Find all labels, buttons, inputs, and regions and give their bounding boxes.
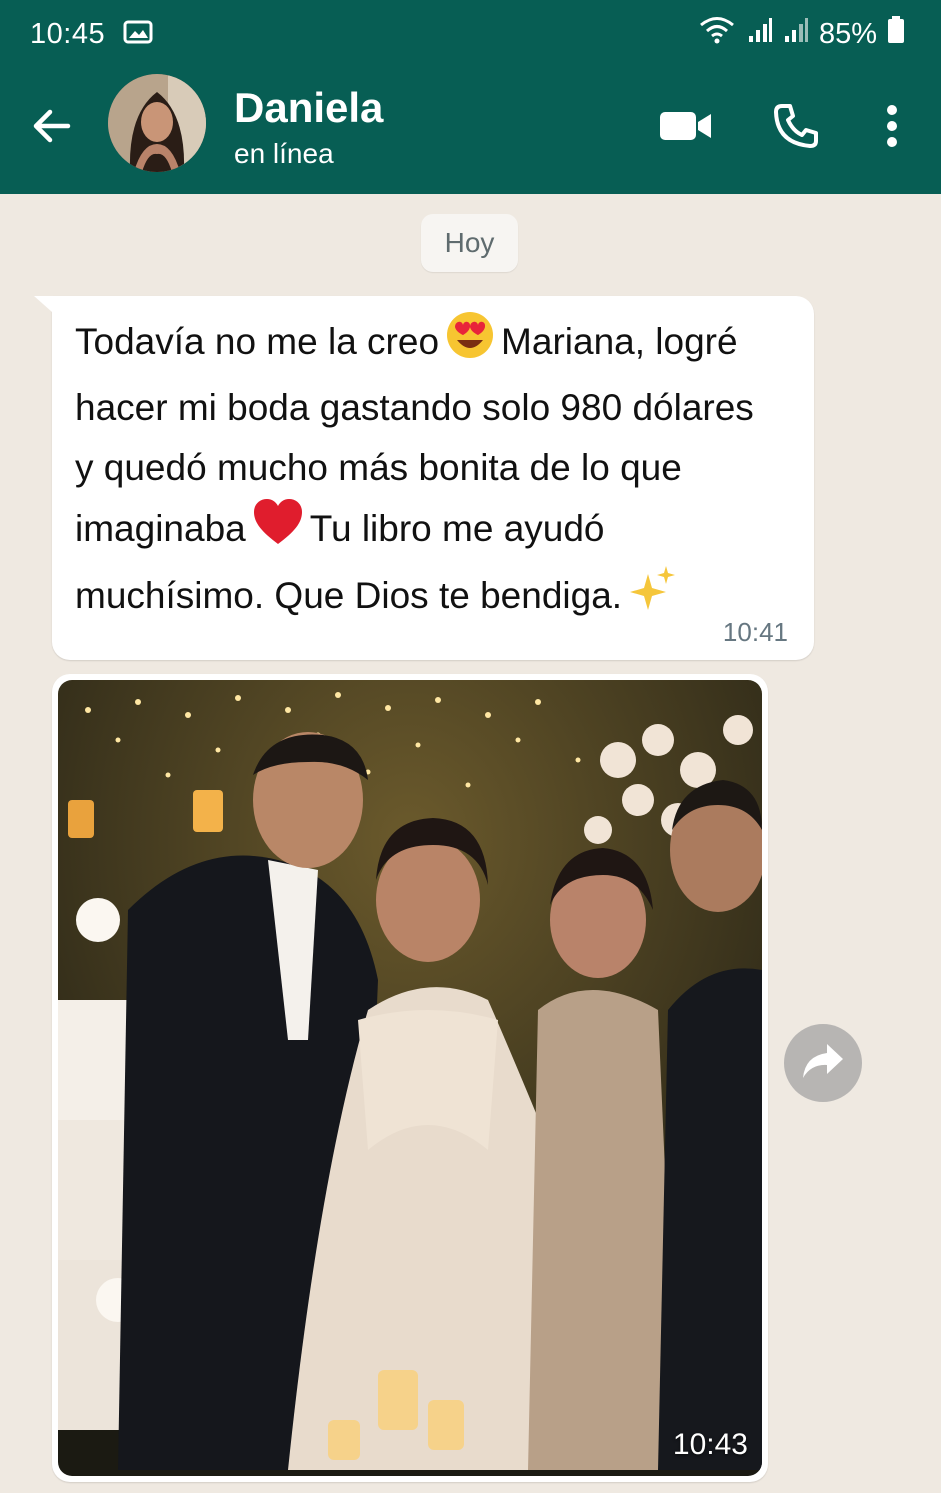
incoming-image-message[interactable]: 10:43 (52, 674, 768, 1482)
gallery-icon (123, 19, 153, 50)
message-line: Mariana, logré (501, 320, 738, 362)
avatar[interactable] (108, 74, 206, 172)
message-line: Tu libro me ayudó (309, 507, 605, 549)
heart-eyes-emoji (445, 310, 495, 378)
signal-icon (783, 16, 809, 52)
back-arrow-icon (28, 109, 76, 154)
chat-header: Daniela en línea (0, 68, 941, 194)
video-call-icon (659, 108, 713, 149)
message-timestamp: 10:41 (722, 617, 788, 647)
red-heart-emoji (252, 498, 304, 564)
message-line: muchísimo. Que Dios te bendiga. (75, 574, 623, 616)
wedding-photo[interactable]: 10:43 (58, 680, 762, 1476)
message-text: Todavía no me la creo Mariana, logré hace… (75, 310, 787, 632)
wifi-icon (697, 15, 737, 53)
message-line: Todavía no me la creo (75, 320, 440, 362)
battery-text: 85% (818, 17, 877, 50)
incoming-message[interactable]: Todavía no me la creo Mariana, logré hace… (34, 296, 814, 660)
message-line: y quedó mucho más bonita de lo que (75, 447, 682, 488)
sparkles-emoji (628, 564, 678, 632)
image-timestamp: 10:43 (672, 1428, 748, 1461)
status-bar: 10:45 85% (0, 0, 941, 68)
contact-status: en línea (234, 138, 334, 169)
phone-icon (773, 103, 819, 154)
signal-icon (747, 16, 773, 52)
more-options-icon (885, 104, 899, 153)
voice-call-button[interactable] (766, 98, 826, 158)
bubble-tail (34, 296, 52, 312)
battery-icon (887, 16, 905, 52)
status-time: 10:45 (30, 17, 106, 50)
back-button[interactable] (28, 102, 76, 150)
message-line: hacer mi boda gastando solo 980 dólares (75, 387, 754, 428)
video-call-button[interactable] (656, 98, 716, 158)
date-separator: Hoy (421, 214, 518, 272)
message-line: imaginaba (75, 507, 246, 549)
forward-button[interactable] (784, 1024, 862, 1102)
forward-icon (801, 1042, 845, 1085)
contact-name[interactable]: Daniela (234, 84, 383, 132)
chat-area[interactable]: Hoy Todavía no me la creo Mariana, logré … (0, 194, 941, 1493)
more-options-button[interactable] (862, 98, 922, 158)
